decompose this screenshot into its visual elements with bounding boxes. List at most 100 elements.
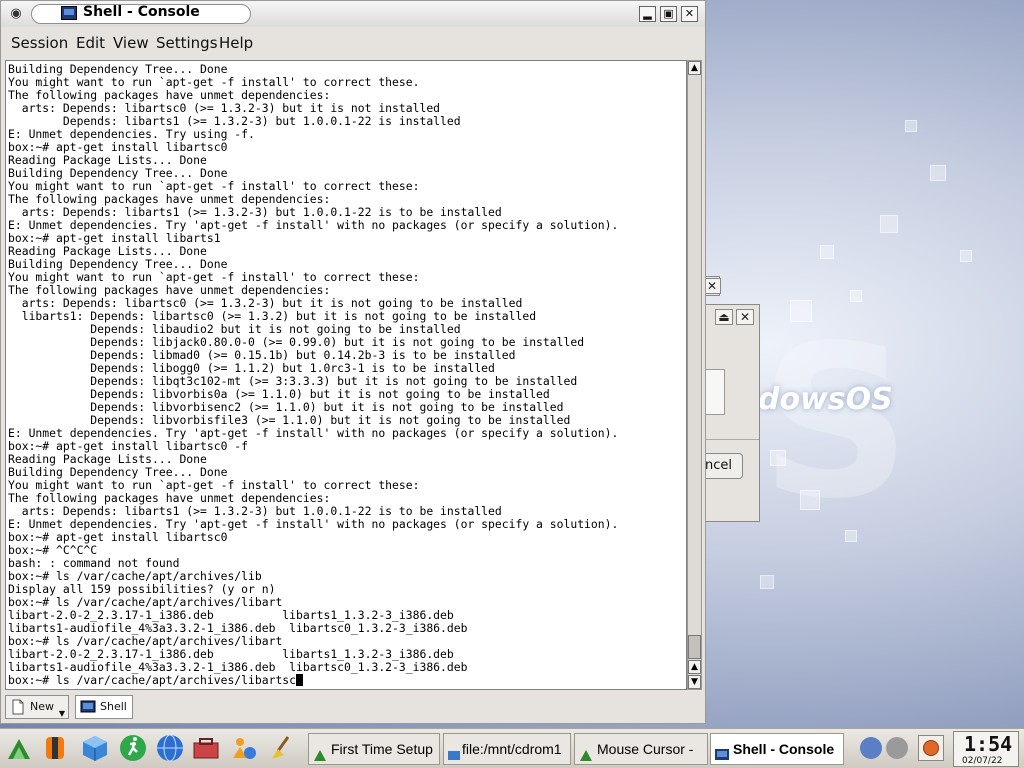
terminal-line: box:~# ls /var/cache/apt/archives/libart — [8, 595, 283, 609]
toolbox-icon[interactable] — [191, 733, 221, 763]
desktop-os-watermark: S — [760, 300, 911, 545]
terminal-line: box:~# ls /var/cache/apt/archives/libart — [8, 634, 283, 648]
life-jacket-icon[interactable] — [40, 733, 70, 763]
volume-icon[interactable] — [860, 737, 882, 759]
terminal-line: bash: : command not found — [8, 556, 180, 570]
clock-date: 02/07/22 — [962, 756, 1003, 766]
terminal-scrollbar[interactable]: ▲ ▲ ▼ — [687, 60, 702, 690]
menu-session[interactable]: Session — [11, 34, 68, 52]
task-label: Mouse Cursor - — [597, 741, 694, 757]
terminal-cursor — [296, 674, 304, 686]
terminal-line: libart-2.0-2_2.3.17-1_i386.deb libarts1_… — [8, 608, 454, 622]
terminal-text: Building Dependency Tree... Done You mig… — [8, 63, 618, 687]
terminal-line: box:~# apt-get install libartsc0 — [8, 530, 228, 544]
terminal-line: You might want to run `apt-get -f instal… — [8, 75, 420, 89]
desktop-square-decoration — [930, 165, 946, 181]
terminal-line: arts: Depends: libartsc0 (>= 1.3.2-3) bu… — [21, 101, 441, 115]
folder-icon — [447, 742, 461, 760]
menu-view[interactable]: View — [113, 34, 149, 52]
terminal-line: Display all 159 possibilities? (y or n) — [8, 582, 276, 596]
shade-icon[interactable]: ⏏ — [715, 309, 733, 325]
terminal-line: libarts1: Depends: libartsc0 (>= 1.3.2) … — [21, 309, 537, 323]
task-label: file:/mnt/cdrom1 — [462, 741, 562, 757]
terminal-line: Depends: libvorbis0a (>= 1.1.0) but it i… — [90, 387, 550, 401]
terminal-line: box:~# apt-get install libartsc0 -f — [8, 439, 249, 453]
menu-help[interactable]: Help — [219, 34, 253, 52]
cancel-button[interactable]: ncel — [705, 453, 743, 479]
running-man-icon[interactable] — [118, 733, 148, 763]
taskbar: First Time Setup file:/mnt/cdrom1 Mouse … — [0, 728, 1024, 768]
window-titlebar[interactable]: ◉ Shell - Console ▂ ▣ ✕ — [1, 1, 705, 27]
desktop-square-decoration — [820, 245, 834, 259]
clock[interactable]: 1:54 02/07/22 — [953, 731, 1019, 767]
menu-bar: Session Edit View Settings Help — [1, 29, 705, 57]
background-dialog-1: ✕ — [703, 276, 721, 296]
terminal-line: Depends: libmad0 (>= 0.15.1b) but 0.14.2… — [90, 348, 516, 362]
maximize-button[interactable]: ▣ — [660, 6, 677, 22]
task-label: First Time Setup — [331, 741, 433, 757]
tab-shell-label: Shell — [100, 700, 127, 713]
close-button[interactable]: ✕ — [681, 6, 698, 22]
minimize-button[interactable]: ▂ — [639, 6, 656, 22]
terminal-line: Depends: libaudio2 but it is not going t… — [90, 322, 461, 336]
session-tab-bar: New ▼ Shell — [1, 693, 705, 723]
scroll-up-arrow-icon[interactable]: ▲ — [688, 660, 701, 674]
new-session-label: New — [30, 700, 54, 713]
terminal-line: Depends: libqt3c102-mt (>= 3:3.3.3) but … — [90, 374, 578, 388]
task-file-browser[interactable]: file:/mnt/cdrom1 — [443, 733, 571, 765]
terminal-icon — [61, 6, 77, 20]
terminal-line: arts: Depends: libarts1 (>= 1.3.2-3) but… — [21, 504, 502, 518]
package-cube-icon[interactable] — [80, 733, 110, 763]
desktop-logo-text: dowsOS — [758, 382, 893, 417]
terminal-line: The following packages have unmet depend… — [8, 88, 331, 102]
terminal-line: The following packages have unmet depend… — [8, 192, 331, 206]
new-session-button[interactable]: New ▼ — [5, 695, 69, 719]
terminal-line: libarts1-audiofile_4%3a3.3.2-1_i386.deb … — [8, 621, 468, 635]
background-dialog-2: ⏏ ✕ ncel — [704, 304, 760, 522]
dialog-input-box — [705, 369, 725, 415]
start-menu-icon[interactable] — [4, 733, 34, 763]
terminal-line: The following packages have unmet depend… — [8, 283, 331, 297]
network-icon[interactable] — [886, 737, 908, 759]
task-mouse-cursor[interactable]: Mouse Cursor - — [574, 733, 708, 765]
terminal-line: Building Dependency Tree... Done — [8, 465, 228, 479]
scrollbar-thumb[interactable] — [688, 635, 701, 659]
terminal-line: Building Dependency Tree... Done — [8, 166, 228, 180]
cleanup-broom-icon[interactable] — [266, 733, 296, 763]
close-icon[interactable]: ✕ — [736, 309, 754, 325]
task-shell-console[interactable]: Shell - Console — [710, 733, 844, 765]
terminal-line: box:~# apt-get install libartsc0 — [8, 140, 228, 154]
terminal-output[interactable]: Building Dependency Tree... Done You mig… — [5, 60, 687, 690]
menu-edit[interactable]: Edit — [76, 34, 105, 52]
terminal-line: You might want to run `apt-get -f instal… — [8, 179, 420, 193]
terminal-line: Building Dependency Tree... Done — [8, 257, 228, 271]
dropdown-arrow-icon[interactable]: ▼ — [59, 703, 65, 725]
power-button[interactable] — [918, 735, 944, 761]
terminal-line: Depends: libvorbisfile3 (>= 1.1.0) but i… — [90, 413, 571, 427]
terminal-icon — [80, 699, 96, 715]
window-menu-icon[interactable]: ◉ — [7, 6, 25, 22]
tab-shell[interactable]: Shell — [75, 695, 133, 719]
scroll-down-arrow-icon[interactable]: ▼ — [688, 675, 701, 689]
terminal-line: E: Unmet dependencies. Try 'apt-get -f i… — [8, 517, 619, 531]
terminal-line: Depends: libjack0.80.0-0 (>= 0.99.0) but… — [90, 335, 585, 349]
user-settings-icon[interactable] — [228, 733, 258, 763]
terminal-line: box:~# ls /var/cache/apt/archives/lib — [8, 569, 262, 583]
terminal-line: Building Dependency Tree... Done — [8, 62, 228, 76]
new-document-icon — [10, 699, 26, 715]
desktop-square-decoration — [960, 250, 972, 262]
task-first-time-setup[interactable]: First Time Setup — [308, 733, 440, 765]
dialog-divider — [705, 439, 759, 440]
terminal-line: You might want to run `apt-get -f instal… — [8, 478, 420, 492]
desktop-square-decoration — [760, 575, 774, 589]
terminal-line: box:~# apt-get install libarts1 — [8, 231, 221, 245]
terminal-line: Reading Package Lists... Done — [8, 153, 207, 167]
menu-settings[interactable]: Settings — [156, 34, 218, 52]
terminal-line: The following packages have unmet depend… — [8, 491, 331, 505]
setup-icon — [313, 742, 327, 761]
globe-browser-icon[interactable] — [155, 733, 185, 763]
terminal-line: Depends: libogg0 (>= 1.1.2) but 1.0rc3-1… — [90, 361, 495, 375]
scroll-up-arrow-icon[interactable]: ▲ — [688, 61, 701, 75]
terminal-line: E: Unmet dependencies. Try using -f. — [8, 127, 255, 141]
terminal-icon — [715, 742, 729, 760]
